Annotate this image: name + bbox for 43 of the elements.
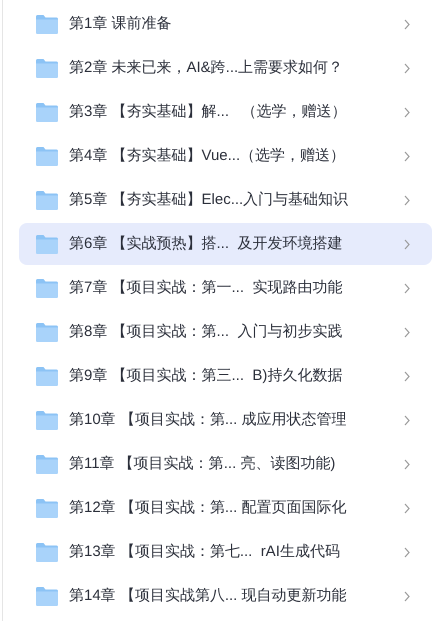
chevron-right-icon [404, 238, 410, 250]
folder-icon [36, 278, 58, 298]
folder-icon [36, 542, 58, 562]
chapter-title: 第11章 【项目实战：第... 亮、读图功能) [69, 454, 336, 474]
chevron-right-icon [404, 546, 410, 558]
chapter-title: 第7章 【项目实战：第一... 实现路由功能 [69, 278, 344, 298]
chapter-title: 第9章 【项目实战：第三... B)持久化数据 [69, 366, 344, 386]
folder-icon [36, 366, 58, 386]
chevron-right-icon [404, 194, 410, 206]
chapter-title: 第3章 【夯实基础】解... （选学，赠送） [69, 102, 348, 122]
chevron-right-icon [404, 62, 410, 74]
chevron-right-icon [404, 590, 410, 602]
chevron-right-icon [404, 414, 410, 426]
chapter-title: 第14章 【项目实战第八... 现自动更新功能 [69, 586, 348, 606]
chevron-right-icon [404, 370, 410, 382]
chevron-right-icon [404, 458, 410, 470]
folder-icon [36, 190, 58, 210]
chapter-title: 第5章 【夯实基础】Elec...入门与基础知识 [69, 190, 350, 210]
folder-icon [36, 102, 58, 122]
folder-icon [36, 454, 58, 474]
folder-icon [36, 498, 58, 518]
chevron-right-icon [404, 150, 410, 162]
chapter-title: 第4章 【夯实基础】Vue...（选学，赠送） [69, 146, 346, 166]
chapter-title: 第2章 未来已来，AI&跨...上需要求如何？ [69, 58, 344, 78]
folder-icon [36, 586, 58, 606]
chevron-right-icon [404, 18, 410, 30]
folder-icon [36, 410, 58, 430]
chapter-title: 第10章 【项目实战：第... 成应用状态管理 [69, 410, 348, 430]
chapter-title: 第12章 【项目实战：第... 配置页面国际化 [69, 498, 348, 518]
chapter-title: 第13章 【项目实战：第七... rAI生成代码 [69, 542, 341, 562]
chevron-right-icon [404, 502, 410, 514]
folder-icon [36, 322, 58, 342]
chapter-title: 第1章 课前准备 [69, 14, 173, 34]
folder-icon [36, 234, 58, 254]
chevron-right-icon [404, 106, 410, 118]
folder-icon [36, 146, 58, 166]
chevron-right-icon [404, 326, 410, 338]
chapter-item[interactable]: 第6章 【实战预热】搭... 及开发环境搭建 [19, 223, 432, 265]
folder-icon [36, 14, 58, 34]
chapter-title: 第6章 【实战预热】搭... 及开发环境搭建 [69, 234, 344, 254]
chevron-right-icon [404, 282, 410, 294]
chapter-title: 第8章 【项目实战：第... 入门与初步实践 [69, 322, 344, 342]
folder-icon [36, 58, 58, 78]
